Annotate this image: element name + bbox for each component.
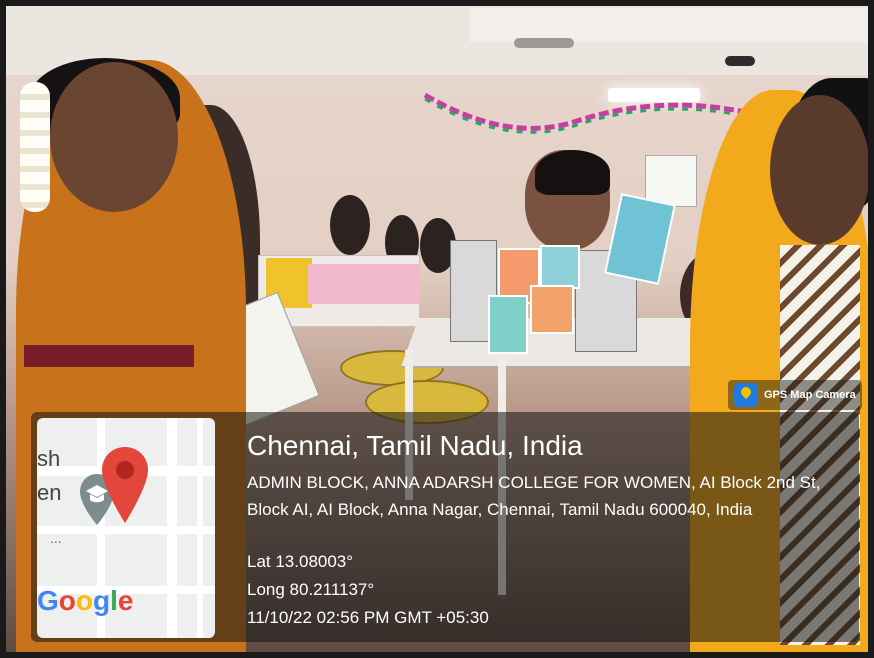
face: [50, 62, 178, 212]
gps-map-camera-icon: [734, 383, 758, 407]
map-street-label: sh: [37, 446, 61, 471]
google-letter: G: [37, 585, 59, 616]
jasmine-flowers: [20, 82, 50, 212]
map-road: [37, 526, 215, 534]
google-letter: g: [93, 585, 111, 616]
map-ellipsis: ...: [50, 530, 62, 546]
student: [330, 195, 370, 255]
google-letter: o: [58, 585, 76, 616]
ceiling-fan: [514, 38, 574, 48]
gps-map-camera-watermark: GPS Map Camera: [728, 380, 862, 410]
location-address: ADMIN BLOCK, ANNA ADARSH COLLEGE FOR WOM…: [247, 473, 821, 519]
ceiling-fan: [725, 56, 755, 66]
map-road: [167, 418, 177, 638]
app-name-label: GPS Map Camera: [764, 389, 856, 401]
face: [770, 95, 870, 245]
google-letter: o: [75, 585, 93, 616]
ceiling-beam: [470, 8, 874, 42]
id-card-model: [530, 285, 574, 334]
timestamp: 11/10/22 02:56 PM GMT +05:30: [247, 608, 489, 627]
location-title: Chennai, Tamil Nadu, India: [247, 430, 583, 461]
longitude: Long 80.211137°: [247, 580, 375, 599]
saree-border: [24, 345, 194, 367]
google-letter: e: [117, 585, 134, 616]
id-card-model: [604, 193, 676, 285]
presenter-hair: [535, 150, 610, 195]
google-letter: l: [110, 585, 118, 616]
map-road: [197, 418, 203, 638]
location-pin-icon: [102, 447, 148, 523]
google-logo: Google: [37, 585, 133, 617]
latitude: Lat 13.08003°: [247, 552, 354, 571]
id-card-model: [488, 295, 528, 354]
map-street-label: en: [37, 480, 62, 505]
pink-model-box: [308, 264, 420, 304]
decoration-garland: [423, 92, 746, 134]
id-card-model: [540, 245, 580, 289]
